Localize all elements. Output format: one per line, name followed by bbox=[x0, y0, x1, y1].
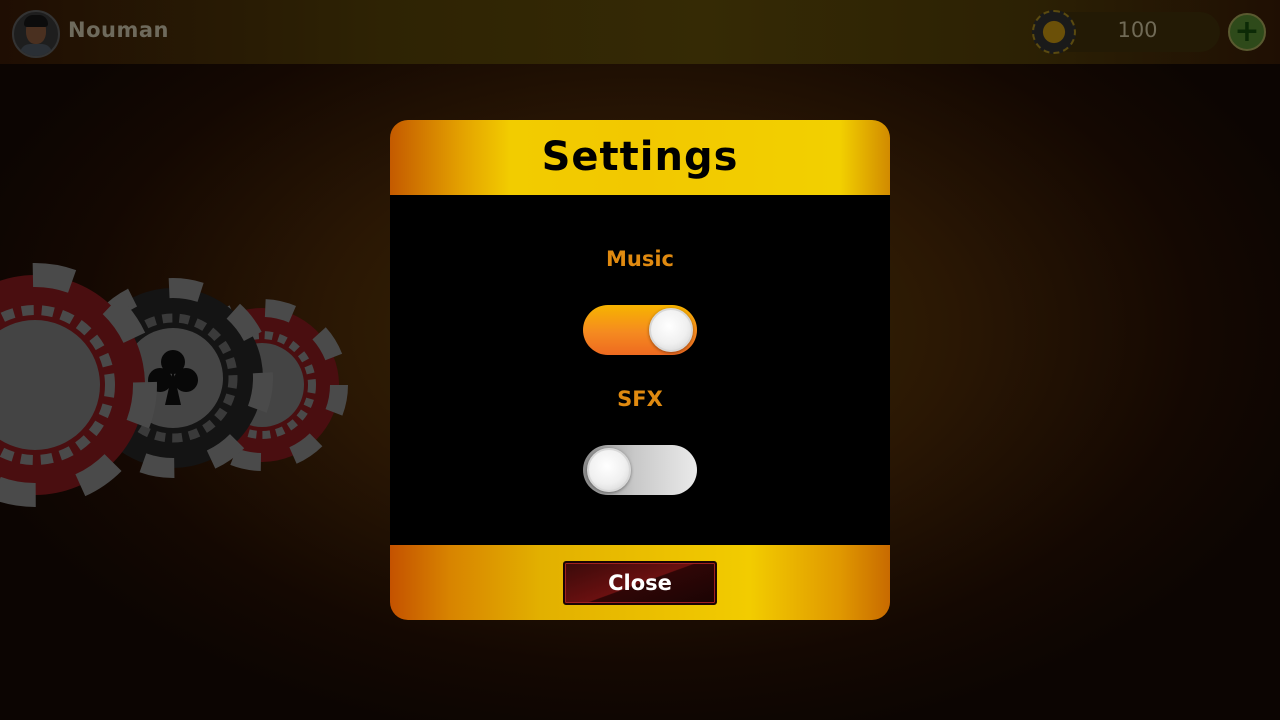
toggle-knob bbox=[649, 308, 693, 352]
music-toggle[interactable] bbox=[583, 305, 697, 355]
dialog-header: Settings bbox=[390, 120, 890, 195]
sfx-toggle[interactable] bbox=[583, 445, 697, 495]
settings-dialog: Settings Music SFX Close bbox=[390, 120, 890, 620]
add-coins-button[interactable]: + bbox=[1228, 13, 1266, 51]
top-bar: Nouman 100 + bbox=[0, 0, 1280, 64]
username: Nouman bbox=[68, 18, 169, 42]
dialog-title: Settings bbox=[541, 134, 739, 180]
chip-coin-icon bbox=[1032, 10, 1076, 54]
plus-icon: + bbox=[1234, 14, 1260, 49]
dialog-body: Music SFX bbox=[390, 195, 890, 545]
close-button[interactable]: Close bbox=[563, 561, 717, 605]
coin-balance: 100 bbox=[1117, 18, 1158, 42]
poker-chips-decoration bbox=[0, 263, 348, 507]
music-label: Music bbox=[606, 247, 674, 271]
toggle-knob bbox=[587, 448, 631, 492]
red-chip-left bbox=[0, 263, 157, 507]
sfx-label: SFX bbox=[617, 387, 663, 411]
avatar[interactable] bbox=[12, 10, 60, 58]
